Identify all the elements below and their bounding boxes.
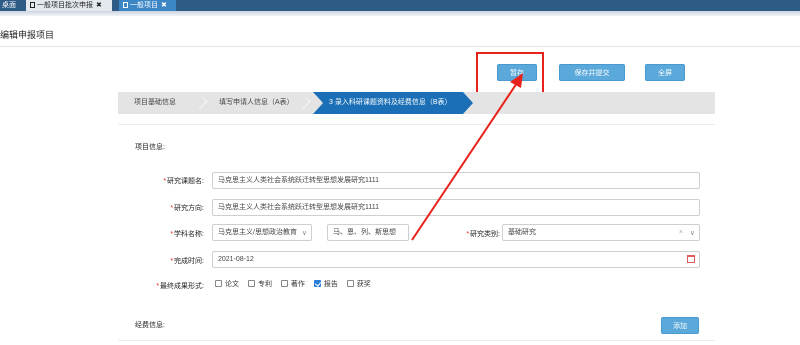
outcome-option-report[interactable]: 报告 (313, 279, 338, 289)
required-mark: * (156, 283, 160, 290)
section-funding-info: 经费信息: (135, 322, 165, 329)
topic-input[interactable]: 马克思主义人类社会系统跃迁转型思想发展研究1111 (212, 172, 700, 189)
checkbox-icon[interactable] (215, 280, 222, 287)
outcome-option-patent[interactable]: 专利 (247, 279, 272, 289)
outcome-option-award[interactable]: 获奖 (346, 279, 371, 289)
save-submit-button[interactable]: 保存并提交 (559, 64, 625, 81)
required-mark: * (163, 178, 167, 185)
completion-date-label: *完成时间: (170, 258, 204, 265)
required-mark: * (170, 258, 174, 265)
tab-bar: 桌面 一般项目批次申报 ✖ 一般项目 ✖ (0, 0, 800, 11)
checkbox-checked-icon[interactable] (313, 280, 321, 287)
direction-label: *研究方向: (170, 205, 204, 212)
discipline-sub-select[interactable]: 马、恩、列、斯思想 (327, 224, 409, 241)
step-basic-info[interactable]: 项目基础信息 (134, 92, 176, 114)
document-icon (30, 2, 35, 8)
completion-date-input[interactable]: 2021-08-12 (212, 251, 700, 268)
tab-desktop[interactable]: 桌面 (0, 0, 22, 11)
add-button[interactable]: 添加 (661, 317, 699, 334)
research-type-value: 基础研究 (508, 229, 536, 236)
research-type-label: *研究类别: (466, 231, 500, 238)
discipline-select[interactable]: 马克思主义/思想政治教育 ∨ (212, 224, 312, 241)
tab-general-project[interactable]: 一般项目 ✖ (119, 0, 176, 11)
chevron-right-icon (194, 96, 208, 110)
fullscreen-button[interactable]: 全屏 (645, 64, 685, 81)
topic-label: *研究课题名: (163, 178, 204, 185)
toolbar-strip (0, 11, 800, 16)
chevron-right-icon (297, 96, 311, 110)
clear-icon[interactable]: × (679, 225, 683, 240)
tab-label: 一般项目 (130, 2, 158, 9)
completion-date-value: 2021-08-12 (218, 256, 254, 263)
chevron-down-icon: ∨ (689, 230, 695, 237)
page-title: 编辑申报项目 (0, 30, 55, 40)
outcome-option-book[interactable]: 著作 (280, 279, 305, 289)
outcome-form-label: *最终成果形式: (156, 283, 204, 290)
outcome-option-paper[interactable]: 论文 (215, 279, 239, 289)
chevron-down-icon: ∨ (301, 230, 307, 237)
document-icon (123, 2, 128, 8)
required-mark: * (170, 231, 174, 238)
tab-label: 桌面 (2, 2, 16, 9)
step-research-funding-info[interactable]: 3 录入科研课题资料及经费信息（B表） (313, 92, 473, 114)
checkbox-icon[interactable] (247, 280, 255, 287)
required-mark: * (466, 231, 470, 238)
research-type-select[interactable]: 基础研究 × ∨ (502, 224, 700, 241)
divider (118, 124, 715, 125)
section-project-info: 项目信息: (135, 144, 165, 151)
divider (118, 340, 715, 341)
close-icon[interactable]: ✖ (96, 2, 102, 9)
step-progress-bar: 项目基础信息 填写申请人信息（A表） 3 录入科研课题资料及经费信息（B表） (118, 92, 715, 114)
tab-batch-application[interactable]: 一般项目批次申报 ✖ (26, 0, 112, 11)
close-icon[interactable]: ✖ (161, 2, 167, 9)
divider (0, 46, 800, 47)
step-applicant-info[interactable]: 填写申请人信息（A表） (219, 92, 294, 114)
discipline-value: 马克思主义/思想政治教育 (218, 229, 297, 236)
calendar-icon[interactable] (687, 255, 695, 263)
direction-input[interactable]: 马克思主义人类社会系统跃迁转型思想发展研究1111 (212, 199, 700, 216)
required-mark: * (170, 205, 174, 212)
tab-label: 一般项目批次申报 (37, 2, 93, 9)
outcome-form-options: 论文 专利 著作 报告 获奖 (215, 279, 378, 291)
discipline-label: *学科名称: (170, 231, 204, 238)
checkbox-icon[interactable] (280, 280, 288, 287)
checkbox-icon[interactable] (346, 280, 354, 287)
